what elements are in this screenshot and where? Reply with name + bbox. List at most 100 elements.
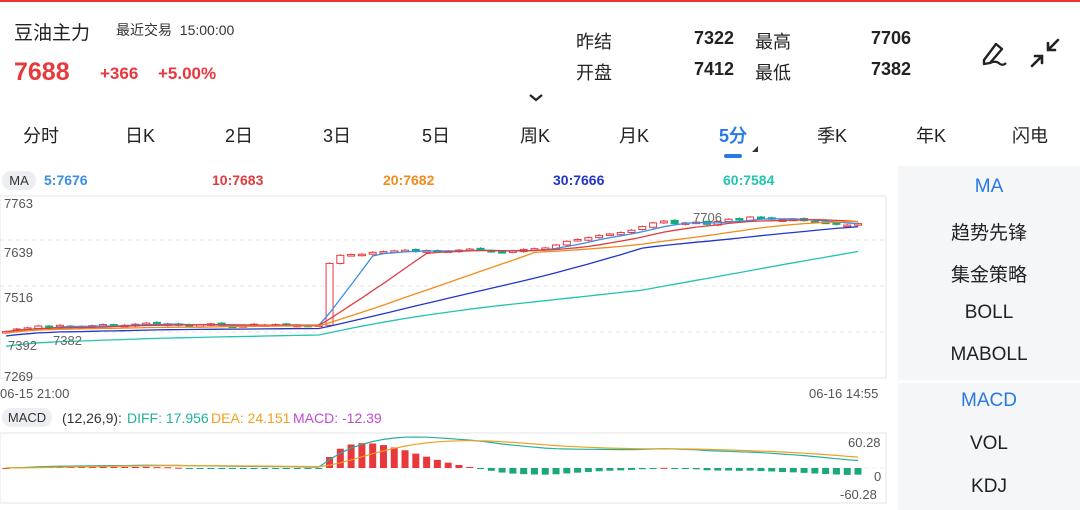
macd-bar-76 [822, 468, 830, 474]
macd-bar-63 [681, 468, 689, 469]
candle-body-55 [595, 234, 604, 239]
macd-bar-62 [671, 468, 679, 469]
macd-bar-27 [293, 468, 301, 469]
y-axis-label-2: 7639 [4, 245, 33, 260]
macd-bar-15 [164, 467, 172, 469]
macd-bar-53 [574, 468, 582, 473]
macd-bar-23 [250, 468, 258, 469]
macd-bar-68 [735, 468, 743, 471]
macd-bar-75 [811, 468, 819, 474]
macd-bar-57 [617, 468, 625, 471]
y-axis-label-3: 7516 [4, 290, 33, 305]
macd-bar-48 [520, 468, 528, 475]
macd-bar-42 [455, 465, 463, 468]
macd-bar-38 [412, 453, 420, 468]
macd-bar-18 [196, 468, 204, 469]
macd-bar-21 [228, 468, 236, 469]
macd-bar-28 [304, 468, 312, 469]
macd-bar-47 [509, 468, 517, 474]
macd-bar-65 [703, 468, 711, 471]
macd-bar-72 [779, 468, 787, 473]
macd-bar-24 [261, 468, 269, 469]
macd-bar-39 [423, 456, 431, 468]
macd-bar-22 [239, 468, 247, 469]
macd-bar-56 [606, 468, 614, 471]
candle-body-34 [368, 251, 377, 255]
macd-bar-55 [595, 468, 603, 472]
macd-value: MACD: -12.39 [293, 410, 382, 426]
ma20-line [5, 220, 859, 334]
macd-bar-46 [498, 468, 506, 473]
macd-bar-67 [725, 468, 733, 471]
macd-bar-74 [800, 468, 808, 473]
macd-axis-top: 60.28 [848, 435, 881, 450]
macd-bar-60 [649, 468, 657, 469]
macd-bar-37 [401, 450, 409, 468]
macd-dea-line [5, 440, 859, 469]
macd-axis-bottom: -60.28 [840, 487, 877, 502]
candle-body-68 [735, 217, 744, 221]
macd-indicator-tag[interactable]: MACD [2, 408, 52, 427]
candle-body-33 [357, 253, 366, 257]
macd-bar-70 [757, 468, 765, 471]
candle-body-4 [45, 325, 54, 329]
macd-bar-49 [530, 468, 538, 475]
macd-bar-19 [207, 468, 215, 469]
macd-bar-77 [832, 468, 840, 475]
macd-bar-41 [444, 462, 452, 468]
ma30-line [5, 226, 859, 337]
macd-bar-43 [466, 466, 474, 468]
candle-body-61 [659, 220, 668, 224]
candle-body-54 [584, 237, 593, 241]
macd-params: (12,26,9): [62, 410, 122, 426]
candle-body-58 [627, 229, 636, 233]
macd-bar-54 [584, 468, 592, 472]
macd-bar-20 [218, 468, 226, 469]
candle-body-52 [562, 240, 571, 246]
macd-bar-69 [746, 468, 754, 471]
macd-bar-13 [142, 466, 150, 468]
kline-chart[interactable] [0, 0, 1080, 510]
macd-bar-44 [477, 468, 485, 469]
macd-bar-66 [714, 468, 722, 471]
candle-body-62 [670, 219, 679, 225]
macd-bar-59 [638, 468, 646, 470]
macd-bar-51 [552, 468, 560, 475]
macd-diff-line [5, 436, 859, 469]
macd-bar-40 [433, 459, 441, 468]
candle-body-46 [498, 251, 507, 254]
macd-bar-78 [843, 468, 851, 475]
y-axis-bottom-label: 7269 [4, 369, 33, 384]
macd-bar-17 [185, 468, 193, 469]
candle-body-67 [724, 218, 733, 222]
candle-body-44 [476, 247, 485, 251]
candle-body-31 [336, 254, 345, 264]
candle-body-59 [638, 226, 647, 231]
macd-bar-71 [768, 468, 776, 472]
macd-bar-52 [563, 468, 571, 474]
macd-bar-36 [390, 447, 398, 468]
macd-bar-64 [692, 468, 700, 470]
macd-diff: DIFF: 17.956 [127, 410, 209, 426]
y-axis-top-label: 7763 [4, 196, 33, 211]
macd-bar-58 [628, 468, 636, 470]
macd-bar-73 [789, 468, 797, 473]
macd-dea: DEA: 24.151 [211, 410, 291, 426]
macd-bar-12 [131, 466, 139, 468]
macd-bar-10 [110, 466, 118, 468]
candle-body-78 [843, 224, 852, 228]
candle-body-70 [756, 216, 765, 219]
candle-body-57 [616, 231, 625, 236]
candle-body-32 [347, 254, 356, 257]
high-price-marker: 7706 [693, 210, 722, 225]
macd-bar-50 [541, 468, 549, 475]
macd-bar-61 [660, 467, 668, 469]
macd-bar-16 [175, 467, 183, 469]
main-chart-frame [0, 195, 887, 379]
macd-bar-45 [487, 468, 495, 471]
macd-axis-zero: 0 [874, 469, 882, 484]
macd-bar-29 [315, 468, 323, 469]
low-price-marker-2: 7382 [53, 333, 82, 348]
candle-body-60 [649, 222, 658, 228]
macd-bar-26 [282, 468, 290, 469]
